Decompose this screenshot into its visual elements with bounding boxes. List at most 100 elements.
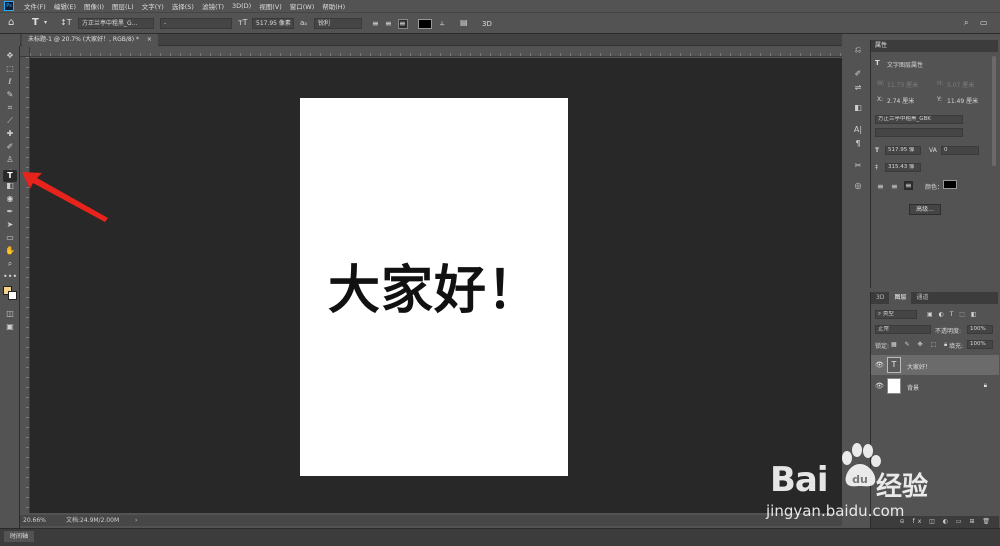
menu-help[interactable]: 帮助(H) bbox=[318, 1, 349, 11]
zoom-level-field[interactable]: 20.66% bbox=[23, 515, 46, 526]
para-align-right-icon[interactable]: ≡ bbox=[904, 181, 913, 190]
stamp-icon[interactable]: ♙ bbox=[3, 154, 17, 166]
type-tool-icon[interactable]: T bbox=[3, 170, 17, 182]
canvas-text-layer[interactable]: 大家好！ bbox=[300, 248, 568, 323]
crop-icon[interactable]: ⌗ bbox=[3, 102, 17, 114]
menu-edit[interactable]: 编辑(E) bbox=[50, 1, 80, 11]
menu-3d[interactable]: 3D(D) bbox=[228, 2, 255, 10]
advanced-button[interactable]: 高级... bbox=[909, 204, 941, 215]
menu-file[interactable]: 文件(F) bbox=[20, 1, 50, 11]
document-tab[interactable]: 未标题-1 @ 20.7% (大家好！, RGB/8) * × bbox=[22, 34, 158, 46]
vertical-ruler[interactable] bbox=[20, 57, 30, 513]
lock-icons[interactable]: ▦ ✎ ✥ ⬚ 🔒︎ bbox=[891, 341, 950, 349]
text-color-swatch[interactable] bbox=[418, 19, 432, 29]
y-value[interactable]: 11.49 厘米 bbox=[947, 96, 978, 105]
chevron-right-icon[interactable]: › bbox=[135, 515, 137, 526]
menu-filter[interactable]: 滤镜(T) bbox=[198, 1, 228, 11]
align-center-icon[interactable]: ≡ bbox=[385, 19, 395, 29]
lasso-icon[interactable]: ℓ bbox=[3, 76, 17, 88]
hand-icon[interactable]: ✋ bbox=[3, 245, 17, 257]
font-style-field[interactable] bbox=[875, 128, 963, 137]
background-color-swatch[interactable] bbox=[8, 291, 17, 300]
layers-bottom-toolbar[interactable]: ⊝ fx ◫ ◐ ▭ ⊞ 🗑︎ bbox=[871, 516, 999, 528]
font-family-field[interactable]: 方正兰亭中粗黑_GBK bbox=[875, 115, 963, 124]
home-icon[interactable]: ⌂ bbox=[8, 17, 14, 29]
search-icon[interactable]: ⌕ bbox=[964, 17, 968, 29]
path-select-icon[interactable]: ➤ bbox=[3, 219, 17, 231]
3d-panel-icon[interactable]: ◎ bbox=[851, 180, 865, 192]
menu-type[interactable]: 文字(Y) bbox=[138, 1, 168, 11]
font-family-select[interactable]: 方正兰亭中粗黑_G... bbox=[78, 18, 154, 29]
fill-field[interactable]: 100% bbox=[967, 340, 993, 349]
timeline-tab[interactable]: 时间轴 bbox=[4, 531, 35, 542]
para-align-left-icon[interactable]: ≡ bbox=[877, 182, 884, 191]
font-size-field[interactable]: 517.95 像素 bbox=[252, 18, 294, 29]
eye-icon[interactable]: 👁︎ bbox=[875, 382, 884, 390]
tab-3d[interactable]: 3D bbox=[871, 292, 889, 304]
text-color-swatch[interactable] bbox=[943, 180, 957, 189]
layer-row-text[interactable]: 👁︎ T 大家好！ bbox=[871, 355, 999, 375]
layer-filter-select[interactable]: ⌕ 类型 bbox=[875, 310, 917, 319]
character-icon[interactable]: A| bbox=[851, 124, 865, 136]
rectangle-icon[interactable]: ▭ bbox=[3, 232, 17, 244]
leading-field[interactable]: 315.43 像 bbox=[885, 163, 921, 172]
pen-icon[interactable]: ✒ bbox=[3, 206, 17, 218]
screen-mode-icon[interactable]: ▣ bbox=[3, 321, 17, 333]
x-value[interactable]: 2.74 厘米 bbox=[887, 96, 914, 105]
zoom-icon[interactable]: ⌕ bbox=[3, 258, 17, 270]
history-panel-icon[interactable]: ⎌ bbox=[851, 44, 865, 56]
menu-image[interactable]: 图像(I) bbox=[80, 1, 108, 11]
opacity-field[interactable]: 100% bbox=[967, 325, 993, 334]
layer-name[interactable]: 背景 bbox=[907, 383, 919, 392]
properties-scrollbar[interactable] bbox=[992, 56, 996, 166]
document-info[interactable]: 文档:24.9M/2.00M bbox=[66, 515, 119, 526]
healing-icon[interactable]: ✚ bbox=[3, 128, 17, 140]
gradient-icon[interactable]: ◉ bbox=[3, 193, 17, 205]
align-right-icon[interactable]: ≡ bbox=[398, 19, 408, 29]
font-style-select[interactable]: - bbox=[160, 18, 232, 29]
font-size-field[interactable]: 517.95 像 bbox=[885, 146, 921, 155]
properties-title: 属性 bbox=[871, 40, 998, 52]
paragraph-icon[interactable]: ¶ bbox=[851, 138, 865, 150]
layer-name[interactable]: 大家好！ bbox=[907, 362, 931, 371]
options-bar: ⌂ T ▾ ↕T 方正兰亭中粗黑_G... - ᴛT 517.95 像素 aₐ … bbox=[0, 12, 1000, 34]
more-tools-icon[interactable]: ••• bbox=[3, 271, 17, 283]
3d-button[interactable]: 3D bbox=[482, 18, 492, 30]
horizontal-ruler[interactable] bbox=[30, 47, 842, 57]
document-canvas[interactable]: 大家好！ bbox=[300, 98, 568, 476]
brush-settings-icon[interactable]: ✐ bbox=[851, 68, 865, 80]
canvas-area[interactable]: 大家好！ bbox=[30, 58, 842, 513]
adjustments-icon[interactable]: ⇌ bbox=[851, 82, 865, 94]
tab-channels[interactable]: 通道 bbox=[911, 292, 933, 304]
quick-mask-icon[interactable]: ◫ bbox=[3, 308, 17, 320]
photoshop-logo[interactable]: Ps bbox=[4, 1, 14, 11]
lock-icon[interactable]: 🔒︎ bbox=[984, 382, 987, 390]
workspace-icon[interactable]: ▭ bbox=[980, 17, 988, 29]
blend-mode-select[interactable]: 正常 bbox=[875, 325, 931, 334]
anti-alias-select[interactable]: 锐利 bbox=[314, 18, 362, 29]
layer-filter-icons[interactable]: ▣ ◐ T ⬚ ◧ bbox=[927, 311, 979, 318]
dropdown-arrow-icon[interactable]: ▾ bbox=[44, 17, 47, 29]
character-panel-icon[interactable]: ▤ bbox=[460, 17, 468, 29]
align-left-icon[interactable]: ≡ bbox=[372, 19, 382, 29]
text-orientation-icon[interactable]: ↕T bbox=[60, 17, 72, 29]
eye-icon[interactable]: 👁︎ bbox=[875, 361, 884, 369]
menu-select[interactable]: 选择(S) bbox=[168, 1, 198, 11]
menu-view[interactable]: 视图(V) bbox=[255, 1, 286, 11]
close-tab-icon[interactable]: × bbox=[147, 36, 152, 43]
tracking-field[interactable]: 0 bbox=[941, 146, 979, 155]
eyedropper-icon[interactable]: ⟋ bbox=[3, 115, 17, 127]
tab-layers[interactable]: 图层 bbox=[889, 292, 912, 304]
brush-icon[interactable]: ✐ bbox=[3, 141, 17, 153]
layer-row-background[interactable]: 👁︎ 背景 🔒︎ bbox=[871, 376, 999, 396]
tools-icon[interactable]: ✂ bbox=[851, 160, 865, 172]
marquee-icon[interactable]: ⬚ bbox=[3, 63, 17, 75]
warp-text-icon[interactable]: ⥿ bbox=[440, 17, 445, 29]
menu-window[interactable]: 窗口(W) bbox=[286, 1, 319, 11]
type-tool-preset-icon[interactable]: T bbox=[32, 17, 39, 29]
menu-layer[interactable]: 图层(L) bbox=[108, 1, 138, 11]
move-icon[interactable]: ✥ bbox=[3, 50, 17, 62]
quick-select-icon[interactable]: ✎ bbox=[3, 89, 17, 101]
libraries-icon[interactable]: ◧ bbox=[851, 102, 865, 114]
para-align-center-icon[interactable]: ≡ bbox=[891, 182, 898, 191]
